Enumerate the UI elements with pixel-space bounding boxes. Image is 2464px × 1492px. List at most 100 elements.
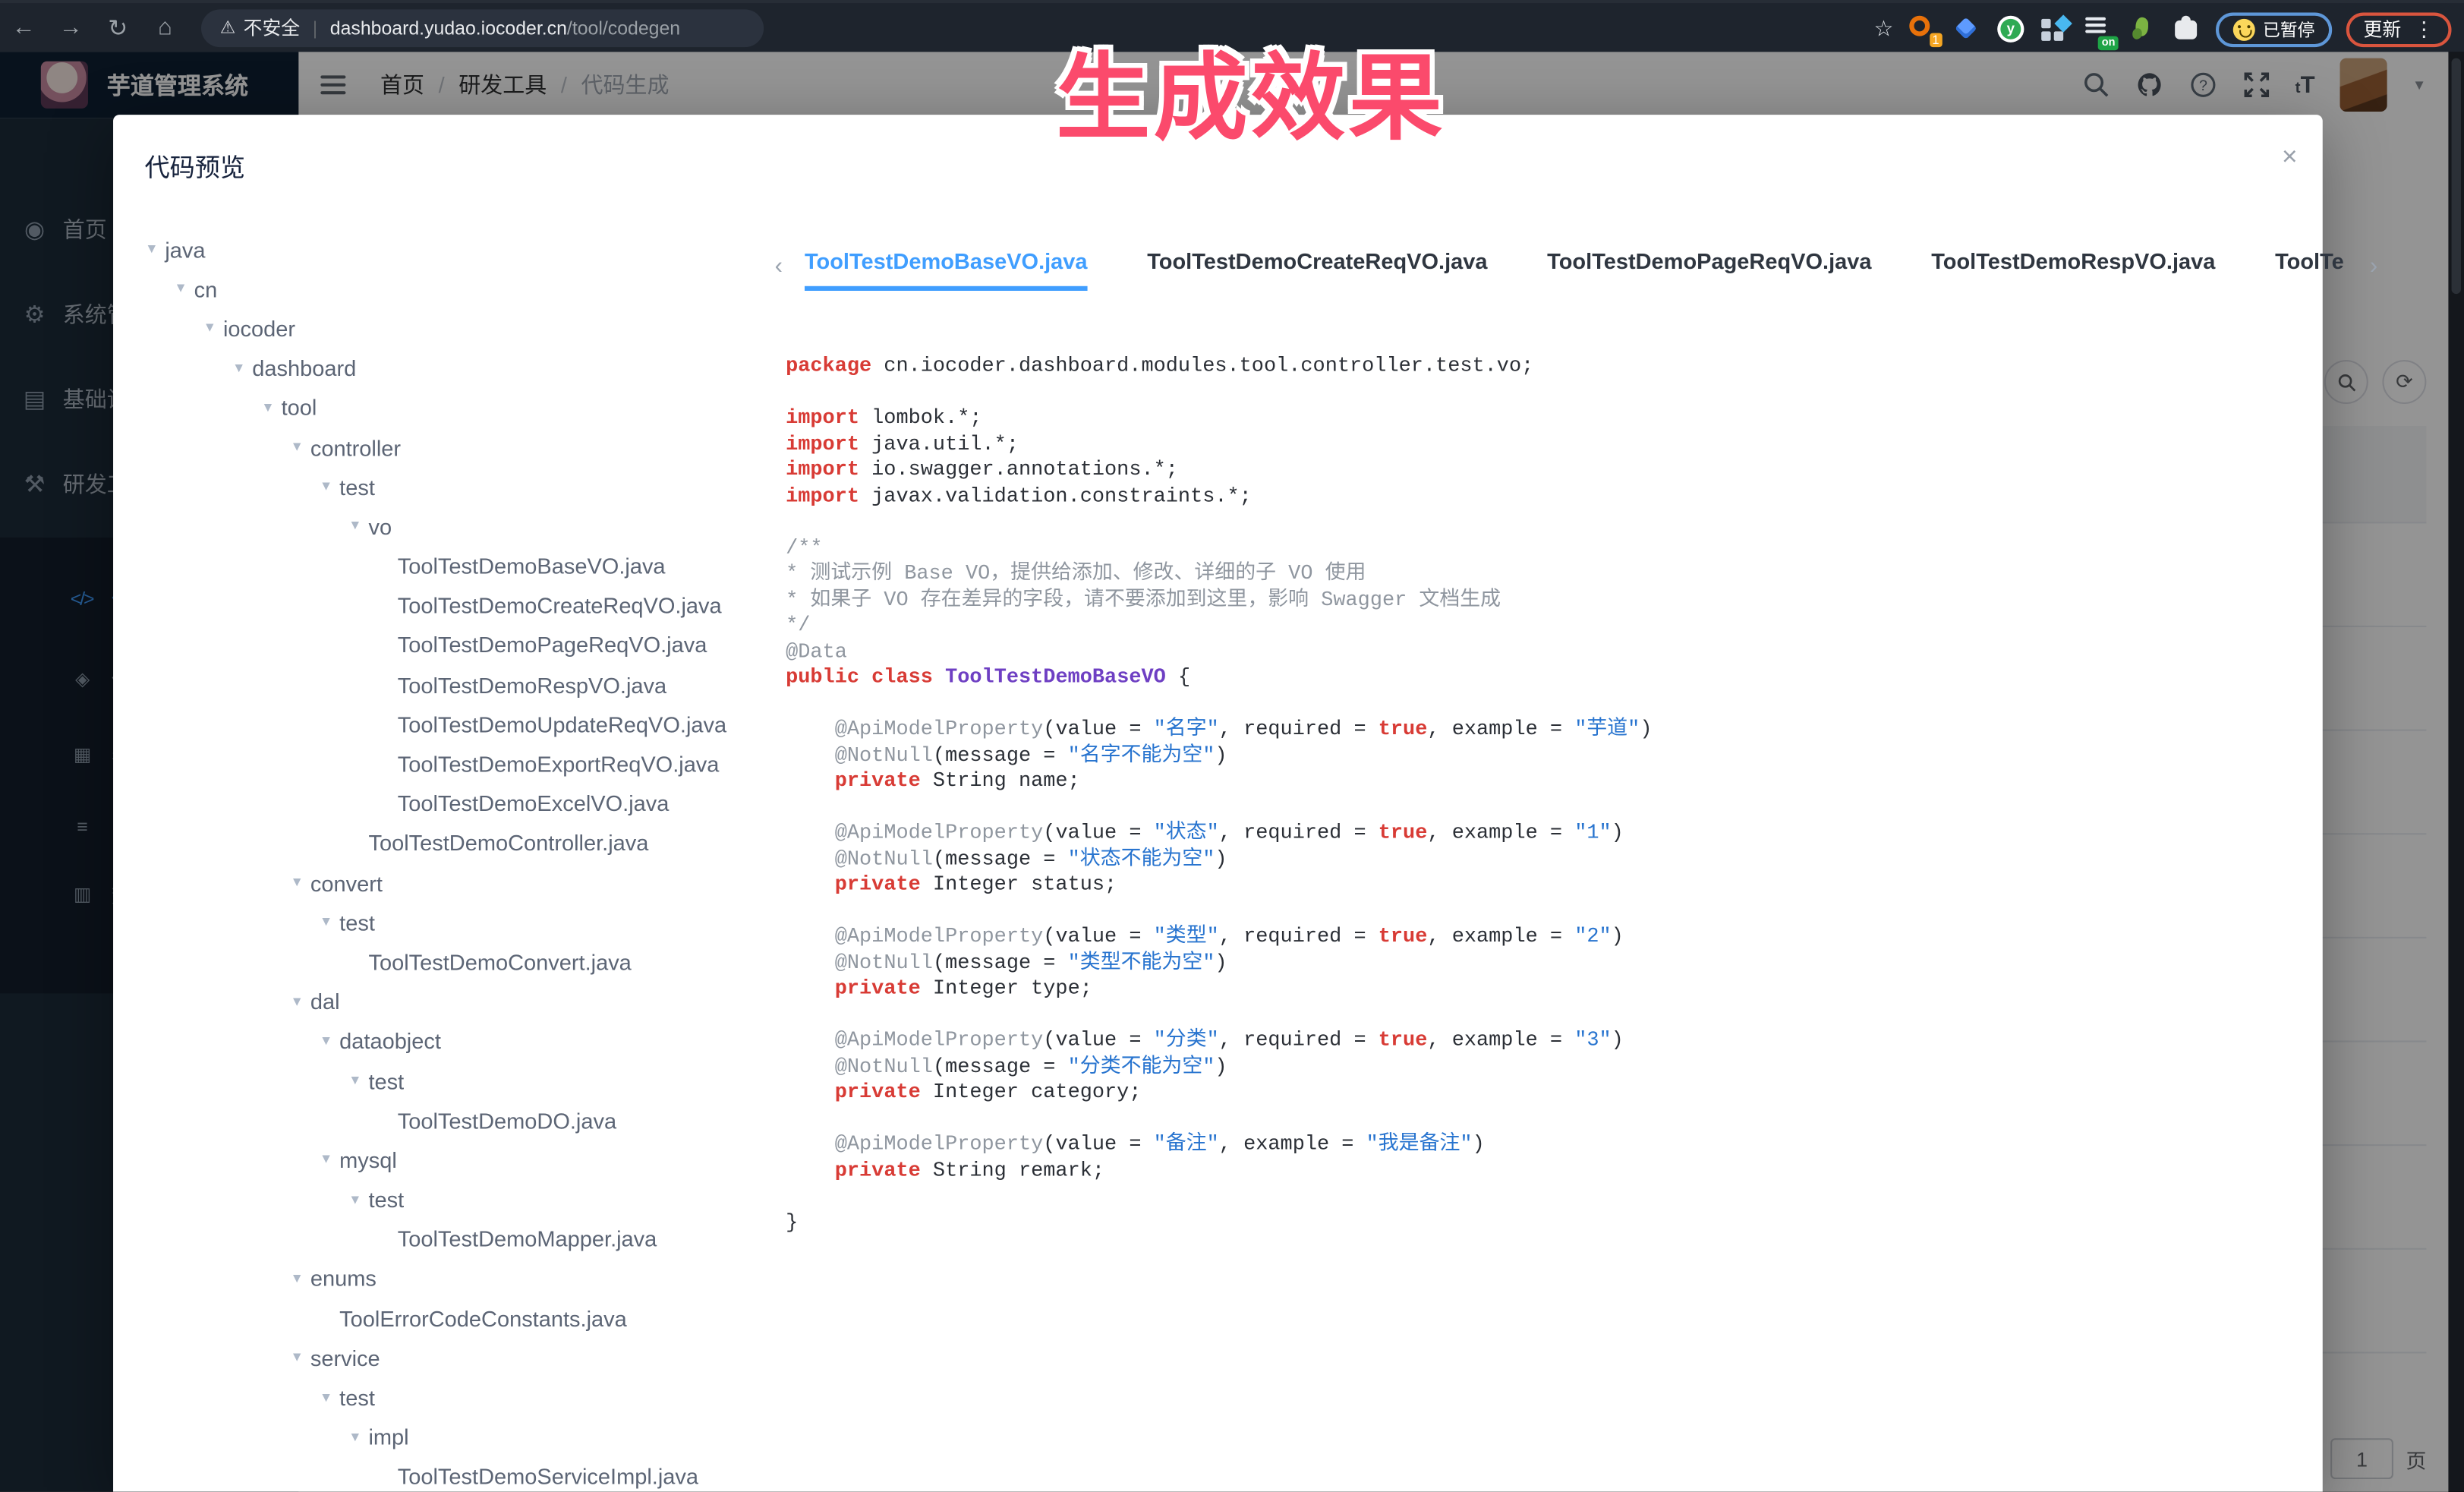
file-tab[interactable]: ToolTestDemoPageReqVO.java	[1547, 248, 1871, 291]
tree-node-label: vo	[368, 514, 392, 539]
tree-folder[interactable]: ▾service	[122, 1338, 767, 1377]
code-line: import javax.validation.constraints.*;	[786, 484, 2357, 509]
tree-folder[interactable]: ▾iocoder	[122, 309, 767, 349]
tree-node-label: ToolTestDemoUpdateReqVO.java	[398, 711, 726, 737]
browser-reload-icon[interactable]: ↻	[94, 14, 141, 42]
tree-folder[interactable]: ▾dataobject	[122, 1021, 767, 1061]
tree-file[interactable]: ToolTestDemoDO.java	[122, 1100, 767, 1140]
tree-folder[interactable]: ▾impl	[122, 1418, 767, 1457]
tabs-scroll-right-icon[interactable]: ›	[2370, 253, 2377, 279]
code-line: @NotNull(message = "状态不能为空")	[786, 847, 2357, 872]
tree-expand-icon[interactable]: ▾	[284, 874, 310, 891]
browser-home-icon[interactable]: ⌂	[141, 14, 188, 41]
code-line: private Integer status;	[786, 872, 2357, 898]
scrollbar[interactable]	[2448, 52, 2464, 1491]
tree-expand-icon[interactable]: ▾	[313, 1389, 339, 1406]
code-line: import lombok.*;	[786, 405, 2357, 431]
tree-file[interactable]: ToolTestDemoRespVO.java	[122, 665, 767, 705]
code-line: private String name;	[786, 768, 2357, 794]
tree-file[interactable]: ToolTestDemoBaseVO.java	[122, 546, 767, 585]
tree-node-label: tool	[282, 395, 317, 420]
tree-folder[interactable]: ▾test	[122, 1377, 767, 1417]
tree-expand-icon[interactable]: ▾	[313, 1033, 339, 1050]
tree-node-label: ToolTestDemoMapper.java	[398, 1226, 657, 1251]
sprout-extension-icon[interactable]	[2128, 14, 2157, 44]
tree-folder[interactable]: ▾tool	[122, 388, 767, 427]
browser-update-button[interactable]: 更新⋮	[2346, 12, 2452, 47]
tree-expand-icon[interactable]: ▾	[225, 359, 252, 377]
tree-folder[interactable]: ▾java	[122, 229, 767, 269]
tree-expand-icon[interactable]: ▾	[167, 280, 194, 298]
tree-node-label: controller	[310, 434, 401, 459]
puzzle-extension-icon[interactable]	[2172, 14, 2201, 44]
tree-expand-icon[interactable]: ▾	[138, 241, 165, 258]
scrollbar-thumb[interactable]	[2452, 58, 2461, 295]
tree-expand-icon[interactable]: ▾	[284, 1349, 310, 1367]
code-line: @Data	[786, 639, 2357, 665]
bookmark-star-icon[interactable]: ☆	[1874, 16, 1894, 43]
tree-file[interactable]: ToolTestDemoExcelVO.java	[122, 784, 767, 823]
tree-folder[interactable]: ▾enums	[122, 1259, 767, 1298]
browser-menu-icon[interactable]: ⋮	[2414, 17, 2434, 42]
tree-node-label: mysql	[339, 1147, 397, 1172]
tree-expand-icon[interactable]: ▾	[284, 993, 310, 1011]
close-icon[interactable]: ×	[2282, 143, 2298, 169]
code-line	[786, 1106, 2357, 1131]
gem-extension-icon[interactable]	[1952, 14, 1981, 44]
code-line	[786, 1002, 2357, 1028]
tree-folder[interactable]: ▾test	[122, 1061, 767, 1100]
tree-expand-icon[interactable]: ▾	[313, 478, 339, 496]
green-y-extension-icon[interactable]: y	[1996, 14, 2025, 44]
tree-expand-icon[interactable]: ▾	[313, 1151, 339, 1169]
tree-file[interactable]: ToolTestDemoMapper.java	[122, 1219, 767, 1259]
tree-file[interactable]: ToolTestDemoServiceImpl.java	[122, 1457, 767, 1492]
tree-node-label: impl	[368, 1424, 408, 1449]
tree-expand-icon[interactable]: ▾	[342, 518, 368, 535]
tree-file[interactable]: ToolTestDemoExportReqVO.java	[122, 744, 767, 784]
annotation-text: 生成效果	[1056, 22, 1445, 159]
tree-expand-icon[interactable]: ▾	[254, 399, 281, 417]
tree-folder[interactable]: ▾controller	[122, 427, 767, 467]
tree-folder[interactable]: ▾test	[122, 1180, 767, 1219]
file-tree: ▾java▾cn▾iocoder▾dashboard▾tool▾controll…	[122, 229, 767, 1491]
tree-file[interactable]: ToolTestDemoController.java	[122, 823, 767, 863]
tree-node-label: iocoder	[223, 316, 295, 341]
file-tab[interactable]: ToolTe	[2275, 248, 2344, 291]
browser-forward-icon[interactable]: →	[47, 14, 94, 41]
proxy-extension-icon[interactable]: 1	[1908, 14, 1937, 44]
code-line: @NotNull(message = "类型不能为空")	[786, 950, 2357, 976]
tree-folder[interactable]: ▾vo	[122, 506, 767, 546]
code-line: private String remark;	[786, 1158, 2357, 1184]
tab-manager-extension-icon[interactable]	[2040, 14, 2069, 44]
tree-file[interactable]: ToolErrorCodeConstants.java	[122, 1298, 767, 1338]
tree-expand-icon[interactable]: ▾	[197, 320, 223, 337]
tree-folder[interactable]: ▾dal	[122, 982, 767, 1021]
tree-node-label: cn	[194, 276, 218, 301]
tree-file[interactable]: ToolTestDemoConvert.java	[122, 942, 767, 982]
tree-file[interactable]: ToolTestDemoPageReqVO.java	[122, 626, 767, 665]
tree-folder[interactable]: ▾dashboard	[122, 349, 767, 388]
code-line: * 测试示例 Base VO，提供给添加、修改、详细的子 VO 使用	[786, 561, 2357, 587]
tabs-scroll-left-icon[interactable]: ‹	[775, 253, 783, 279]
file-tab[interactable]: ToolTestDemoRespVO.java	[1931, 248, 2215, 291]
tree-expand-icon[interactable]: ▾	[342, 1428, 368, 1446]
tree-expand-icon[interactable]: ▾	[284, 439, 310, 456]
tree-expand-icon[interactable]: ▾	[342, 1191, 368, 1208]
tree-folder[interactable]: ▾test	[122, 903, 767, 942]
tree-file[interactable]: ToolTestDemoUpdateReqVO.java	[122, 705, 767, 744]
browser-back-icon[interactable]: ←	[0, 14, 47, 41]
tree-node-label: java	[165, 237, 205, 262]
paused-profile-badge[interactable]: 已暂停	[2216, 12, 2332, 47]
tree-folder[interactable]: ▾convert	[122, 863, 767, 903]
switch-extension-icon[interactable]: on	[2084, 14, 2113, 44]
tree-expand-icon[interactable]: ▾	[313, 913, 339, 931]
tree-file[interactable]: ToolTestDemoCreateReqVO.java	[122, 586, 767, 626]
tree-folder[interactable]: ▾mysql	[122, 1140, 767, 1180]
tree-folder[interactable]: ▾test	[122, 467, 767, 506]
tree-expand-icon[interactable]: ▾	[284, 1270, 310, 1288]
file-tab[interactable]: ToolTestDemoBaseVO.java	[805, 248, 1088, 291]
file-tab[interactable]: ToolTestDemoCreateReqVO.java	[1147, 248, 1487, 291]
tree-expand-icon[interactable]: ▾	[342, 1072, 368, 1090]
tree-folder[interactable]: ▾cn	[122, 269, 767, 308]
address-bar[interactable]: ⚠ 不安全 | dashboard.yudao.iocoder.cn/tool/…	[201, 8, 764, 46]
